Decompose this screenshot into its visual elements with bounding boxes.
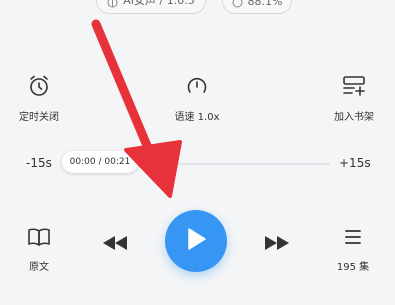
gauge-icon [232,0,243,8]
episode-list-button[interactable]: 195 集 [330,226,376,273]
open-book-icon [27,226,51,251]
fast-forward-icon [263,236,291,256]
ai-voice-pill[interactable]: AI女声 / 1.0.5 [96,0,206,14]
playback-rate-label: 88.1% [247,0,283,8]
original-text-label: 原文 [29,262,49,273]
time-display: 00:00 / 00:21 [69,157,131,167]
play-icon [185,227,207,255]
progress-thumb[interactable]: 00:00 / 00:21 [62,151,138,173]
rewind-icon [101,236,129,256]
original-text-button[interactable]: 原文 [22,226,56,273]
seek-back-button[interactable]: -15s [26,156,52,170]
add-to-shelf-label: 加入书架 [334,112,374,123]
bookshelf-add-icon [341,74,367,101]
playback-rate-pill[interactable]: 88.1% [222,0,292,14]
rewind-button[interactable] [101,234,129,256]
sleep-timer-button[interactable]: 定时关闭 [0,74,84,123]
play-button[interactable] [165,210,227,272]
sleep-timer-label: 定时关闭 [19,112,59,123]
speech-speed-label: 语速 1.0x [174,112,220,123]
list-icon [342,226,364,251]
episode-count-label: 195 集 [336,262,370,273]
speech-speed-button[interactable]: 语速 1.0x [152,74,242,123]
add-to-shelf-button[interactable]: 加入书架 [309,74,395,123]
ai-voice-label: AI女声 / 1.0.5 [123,0,195,7]
fast-forward-button[interactable] [263,234,291,256]
seek-forward-button[interactable]: +15s [339,156,371,170]
speedometer-icon [185,74,209,101]
voice-icon [107,0,118,8]
alarm-clock-icon [27,74,51,101]
